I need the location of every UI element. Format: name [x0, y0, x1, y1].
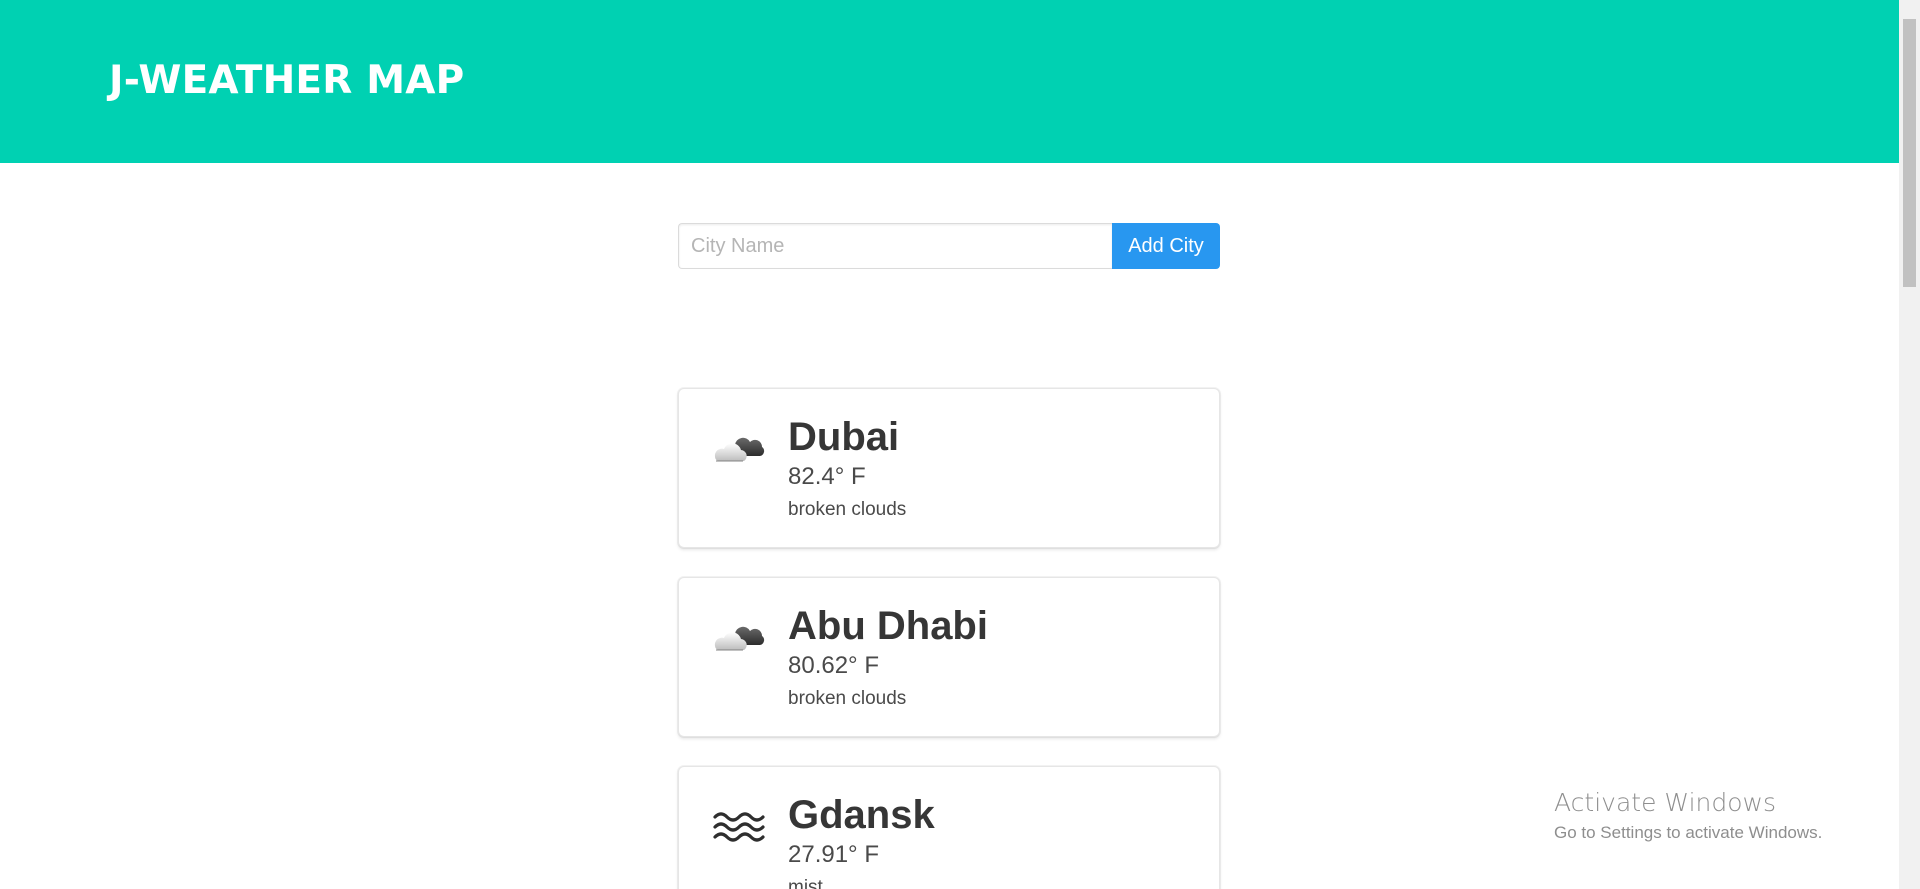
city-name: Dubai — [788, 415, 900, 459]
watermark-title: Activate Windows — [1554, 788, 1776, 817]
temperature: 27.91° F — [788, 841, 879, 868]
watermark-subtitle: Go to Settings to activate Windows. — [1554, 823, 1823, 842]
weather-description: broken clouds — [788, 499, 907, 520]
weather-description: mist — [788, 877, 823, 889]
broken-clouds-icon — [714, 437, 765, 462]
weather-card-abu-dhabi: Abu Dhabi 80.62° F broken clouds — [678, 577, 1220, 737]
weather-description: broken clouds — [788, 688, 907, 709]
temperature: 82.4° F — [788, 463, 866, 490]
broken-clouds-icon — [714, 626, 765, 651]
weather-card-dubai: Dubai 82.4° F broken clouds — [678, 388, 1220, 548]
add-city-button[interactable]: Add City — [1112, 223, 1220, 269]
city-name: Gdansk — [788, 793, 935, 837]
add-city-form: Add City — [678, 223, 1220, 269]
weather-card-gdansk: Gdansk 27.91° F mist — [678, 766, 1220, 889]
scrollbar-thumb[interactable] — [1903, 19, 1916, 287]
vertical-scrollbar[interactable] — [1899, 0, 1920, 889]
page-title: J-WEATHER MAP — [109, 58, 465, 103]
temperature: 80.62° F — [788, 652, 879, 679]
city-name: Abu Dhabi — [788, 604, 988, 648]
city-name-input[interactable] — [678, 223, 1112, 269]
page: J-WEATHER MAP Add City Dubai 82.4° F — [0, 0, 1920, 889]
mist-icon — [713, 812, 765, 842]
activate-windows-watermark: Activate Windows Go to Settings to activ… — [1554, 788, 1822, 843]
header-banner: J-WEATHER MAP — [0, 0, 1899, 163]
